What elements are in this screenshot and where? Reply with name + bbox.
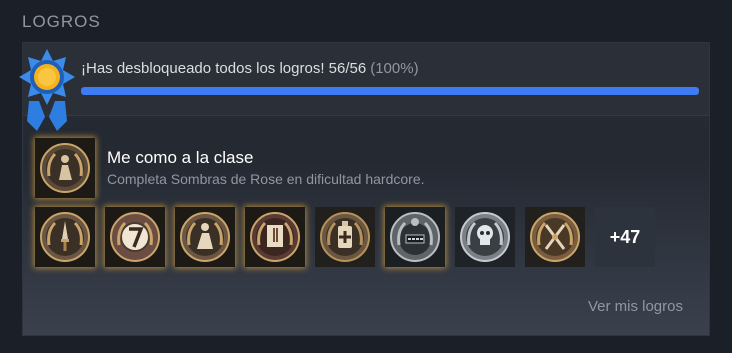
achievement-icon[interactable] (35, 207, 95, 267)
achievement-summary: ¡Has desbloqueado todos los logros! 56/5… (19, 43, 709, 131)
summary-text: ¡Has desbloqueado todos los logros! 56/5… (81, 60, 419, 77)
featured-achievement[interactable]: Me como a la clase Completa Sombras de R… (35, 138, 635, 198)
section-title: LOGROS (22, 12, 101, 31)
achievement-icon[interactable] (245, 207, 305, 267)
number-seven-laurel-icon (105, 207, 165, 267)
sun-ribbon-badge-icon (19, 49, 75, 131)
achievements-panel: ¡Has desbloqueado todos los logros! 56/5… (19, 42, 710, 336)
progress-bar (81, 87, 699, 95)
medicine-bottle-laurel-icon (315, 207, 375, 267)
laurel-figure-icon (35, 138, 95, 198)
view-my-achievements-link[interactable]: Ver mis logros (588, 298, 683, 315)
achievement-icons-row: +47 (35, 207, 695, 269)
summary-label: ¡Has desbloqueado todos los logros! 56/5… (81, 60, 367, 77)
achievement-icon[interactable] (385, 207, 445, 267)
progress-fill (81, 87, 699, 95)
featured-title: Me como a la clase (107, 148, 254, 167)
featured-description: Completa Sombras de Rose en dificultad h… (107, 171, 425, 187)
skull-laurel-icon (455, 207, 515, 267)
more-achievements-count[interactable]: +47 (595, 207, 655, 267)
crossed-weapons-laurel-icon (525, 207, 585, 267)
achievement-icon[interactable] (455, 207, 515, 267)
achievement-icon[interactable] (175, 207, 235, 267)
clock-laurel-icon (385, 207, 445, 267)
summary-percent: (100%) (370, 60, 419, 77)
achievement-icon[interactable] (105, 207, 165, 267)
scroll-laurel-icon (245, 207, 305, 267)
achievement-icon[interactable] (315, 207, 375, 267)
dagger-laurel-icon (35, 207, 95, 267)
figure-laurel-icon (175, 207, 235, 267)
achievement-icon[interactable] (525, 207, 585, 267)
